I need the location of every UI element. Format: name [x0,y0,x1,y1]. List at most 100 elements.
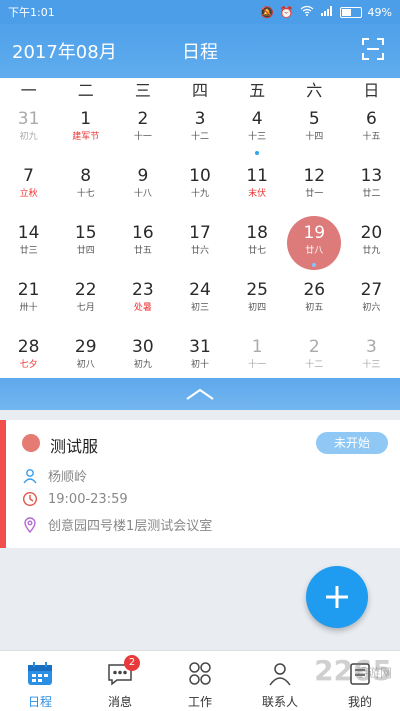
tab-grid[interactable]: 工作 [160,651,240,711]
day-number: 27 [360,280,383,300]
tab-contacts[interactable]: 联系人 [240,651,320,711]
day-number: 1 [80,109,92,129]
lunar-date: 初十 [190,360,209,370]
mute-icon: 🔕 [260,5,274,19]
status-bar: 下午1:01 🔕 ⏰ 49% [0,0,400,24]
day-number: 5 [308,109,320,129]
day-number: 24 [189,280,211,300]
calendar-day[interactable]: 2 十一 [114,104,171,161]
message-icon [80,661,160,691]
calendar-day[interactable]: 4 十三 [229,104,286,161]
scan-icon[interactable] [362,38,384,60]
day-number: 22 [74,280,97,300]
calendar-day[interactable]: 1 建军节 [57,104,114,161]
calendar-week: 31 初九 1 建军节 2 十一 3 十二 4 十三 5 十四 6 十五 [0,104,400,161]
calendar-day[interactable]: 26 初五 [286,275,343,332]
calendar-day[interactable]: 23 处暑 [114,275,171,332]
plus-icon [326,586,348,608]
unread-badge: 2 [124,655,140,671]
calendar-day[interactable]: 21 卅十 [0,275,57,332]
calendar-icon [0,661,80,691]
lunar-date: 十三 [362,360,381,370]
battery-percent: 49% [367,5,392,19]
calendar-day[interactable]: 3 十二 [171,104,228,161]
battery-level [341,8,352,16]
calendar-day[interactable]: 13 廿二 [343,161,400,218]
chevron-up-icon [186,388,214,400]
weekday-label: 四 [191,81,208,100]
calendar-day[interactable]: 24 初三 [171,275,228,332]
calendar-day[interactable]: 22 七月 [57,275,114,332]
lunar-date: 卅十 [19,303,38,313]
day-number: 12 [303,166,326,186]
status-time: 下午1:01 [8,6,55,19]
calendar-day[interactable]: 6 十五 [343,104,400,161]
event-indicator-dot [255,151,260,155]
calendar-day[interactable]: 14 廿三 [0,218,57,275]
day-number: 10 [189,166,211,186]
lunar-date: 处暑 [133,303,152,313]
page-title: 日程 [182,42,218,63]
day-number: 3 [366,337,377,357]
calendar-day[interactable]: 5 十四 [286,104,343,161]
calendar-day[interactable]: 11 末伏 [229,161,286,218]
day-number: 14 [17,223,40,243]
day-number: 2 [137,109,149,129]
lunar-date: 初八 [76,360,95,370]
lunar-date: 十七 [76,189,95,199]
calendar-day[interactable]: 18 廿七 [229,218,286,275]
weekday-label: 六 [306,81,323,100]
lunar-date: 廿二 [362,189,381,199]
day-number: 13 [360,166,383,186]
calendar-day[interactable]: 17 廿六 [171,218,228,275]
day-number: 15 [74,223,97,243]
lunar-date: 廿三 [19,246,38,256]
calendar-day[interactable]: 25 初四 [229,275,286,332]
calendar-day[interactable]: 10 十九 [171,161,228,218]
lunar-date: 末伏 [248,189,267,199]
calendar-day[interactable]: 9 十八 [114,161,171,218]
wifi-icon [300,5,314,19]
calendar-day-selected[interactable]: 19 廿八 [286,216,343,275]
event-time-row: 19:00-23:59 [22,491,128,507]
calendar-day[interactable]: 20 廿九 [343,218,400,275]
weekday-label: 三 [134,81,151,100]
lunar-date: 初九 [19,132,38,142]
event-card[interactable]: 测试服 未开始 杨顺岭 19:00-23:59 创意园四号楼1层测试会议室 [0,420,400,548]
day-number: 7 [23,166,34,186]
tab-label: 工作 [187,695,212,709]
calendar-day[interactable]: 12 廿一 [286,161,343,218]
tab-calendar[interactable]: 日程 [0,651,80,711]
event-title: 测试服 [50,437,99,456]
day-number: 19 [303,223,326,243]
tab-message[interactable]: 2 消息 [80,651,160,711]
calendar-week: 14 廿三 15 廿四 16 廿五 17 廿六 18 廿七 19 廿八 20 廿九 [0,216,400,275]
lunar-date: 廿六 [190,246,209,256]
day-number: 28 [17,337,40,357]
lunar-date: 十一 [248,360,267,370]
lunar-date: 十三 [248,132,267,142]
location-pin-icon [24,516,36,533]
calendar-day[interactable]: 31 初九 [0,104,57,161]
weekday-label: 一 [20,81,37,100]
lunar-date: 建军节 [72,132,100,142]
weekday-label: 二 [77,81,94,100]
calendar-day[interactable]: 8 十七 [57,161,114,218]
add-event-button[interactable] [306,566,368,628]
lunar-date: 十九 [190,189,209,199]
calendar-grid: 31 初九 1 建军节 2 十一 3 十二 4 十三 5 十四 6 十五 7 立秋 8 十七 9 十八 10 十九 11 末伏… [0,104,400,378]
calendar-day[interactable]: 7 立秋 [0,161,57,218]
calendar-week: 7 立秋 8 十七 9 十八 10 十九 11 末伏 12 廿一 13 廿二 [0,161,400,218]
day-number: 18 [246,223,268,243]
calendar-week: 21 卅十 22 七月 23 处暑 24 初三 25 初四 26 初五 27 初六 [0,275,400,332]
weekday-label: 日 [363,81,380,100]
collapse-calendar-button[interactable] [0,378,400,410]
lunar-date: 十一 [133,132,152,142]
lunar-date: 初五 [305,303,324,313]
calendar-day[interactable]: 16 廿五 [114,218,171,275]
lunar-date: 廿七 [248,246,267,256]
lunar-date: 廿一 [305,189,324,199]
calendar-day[interactable]: 27 初六 [343,275,400,332]
tab-label: 联系人 [261,695,298,709]
calendar-day[interactable]: 15 廿四 [57,218,114,275]
